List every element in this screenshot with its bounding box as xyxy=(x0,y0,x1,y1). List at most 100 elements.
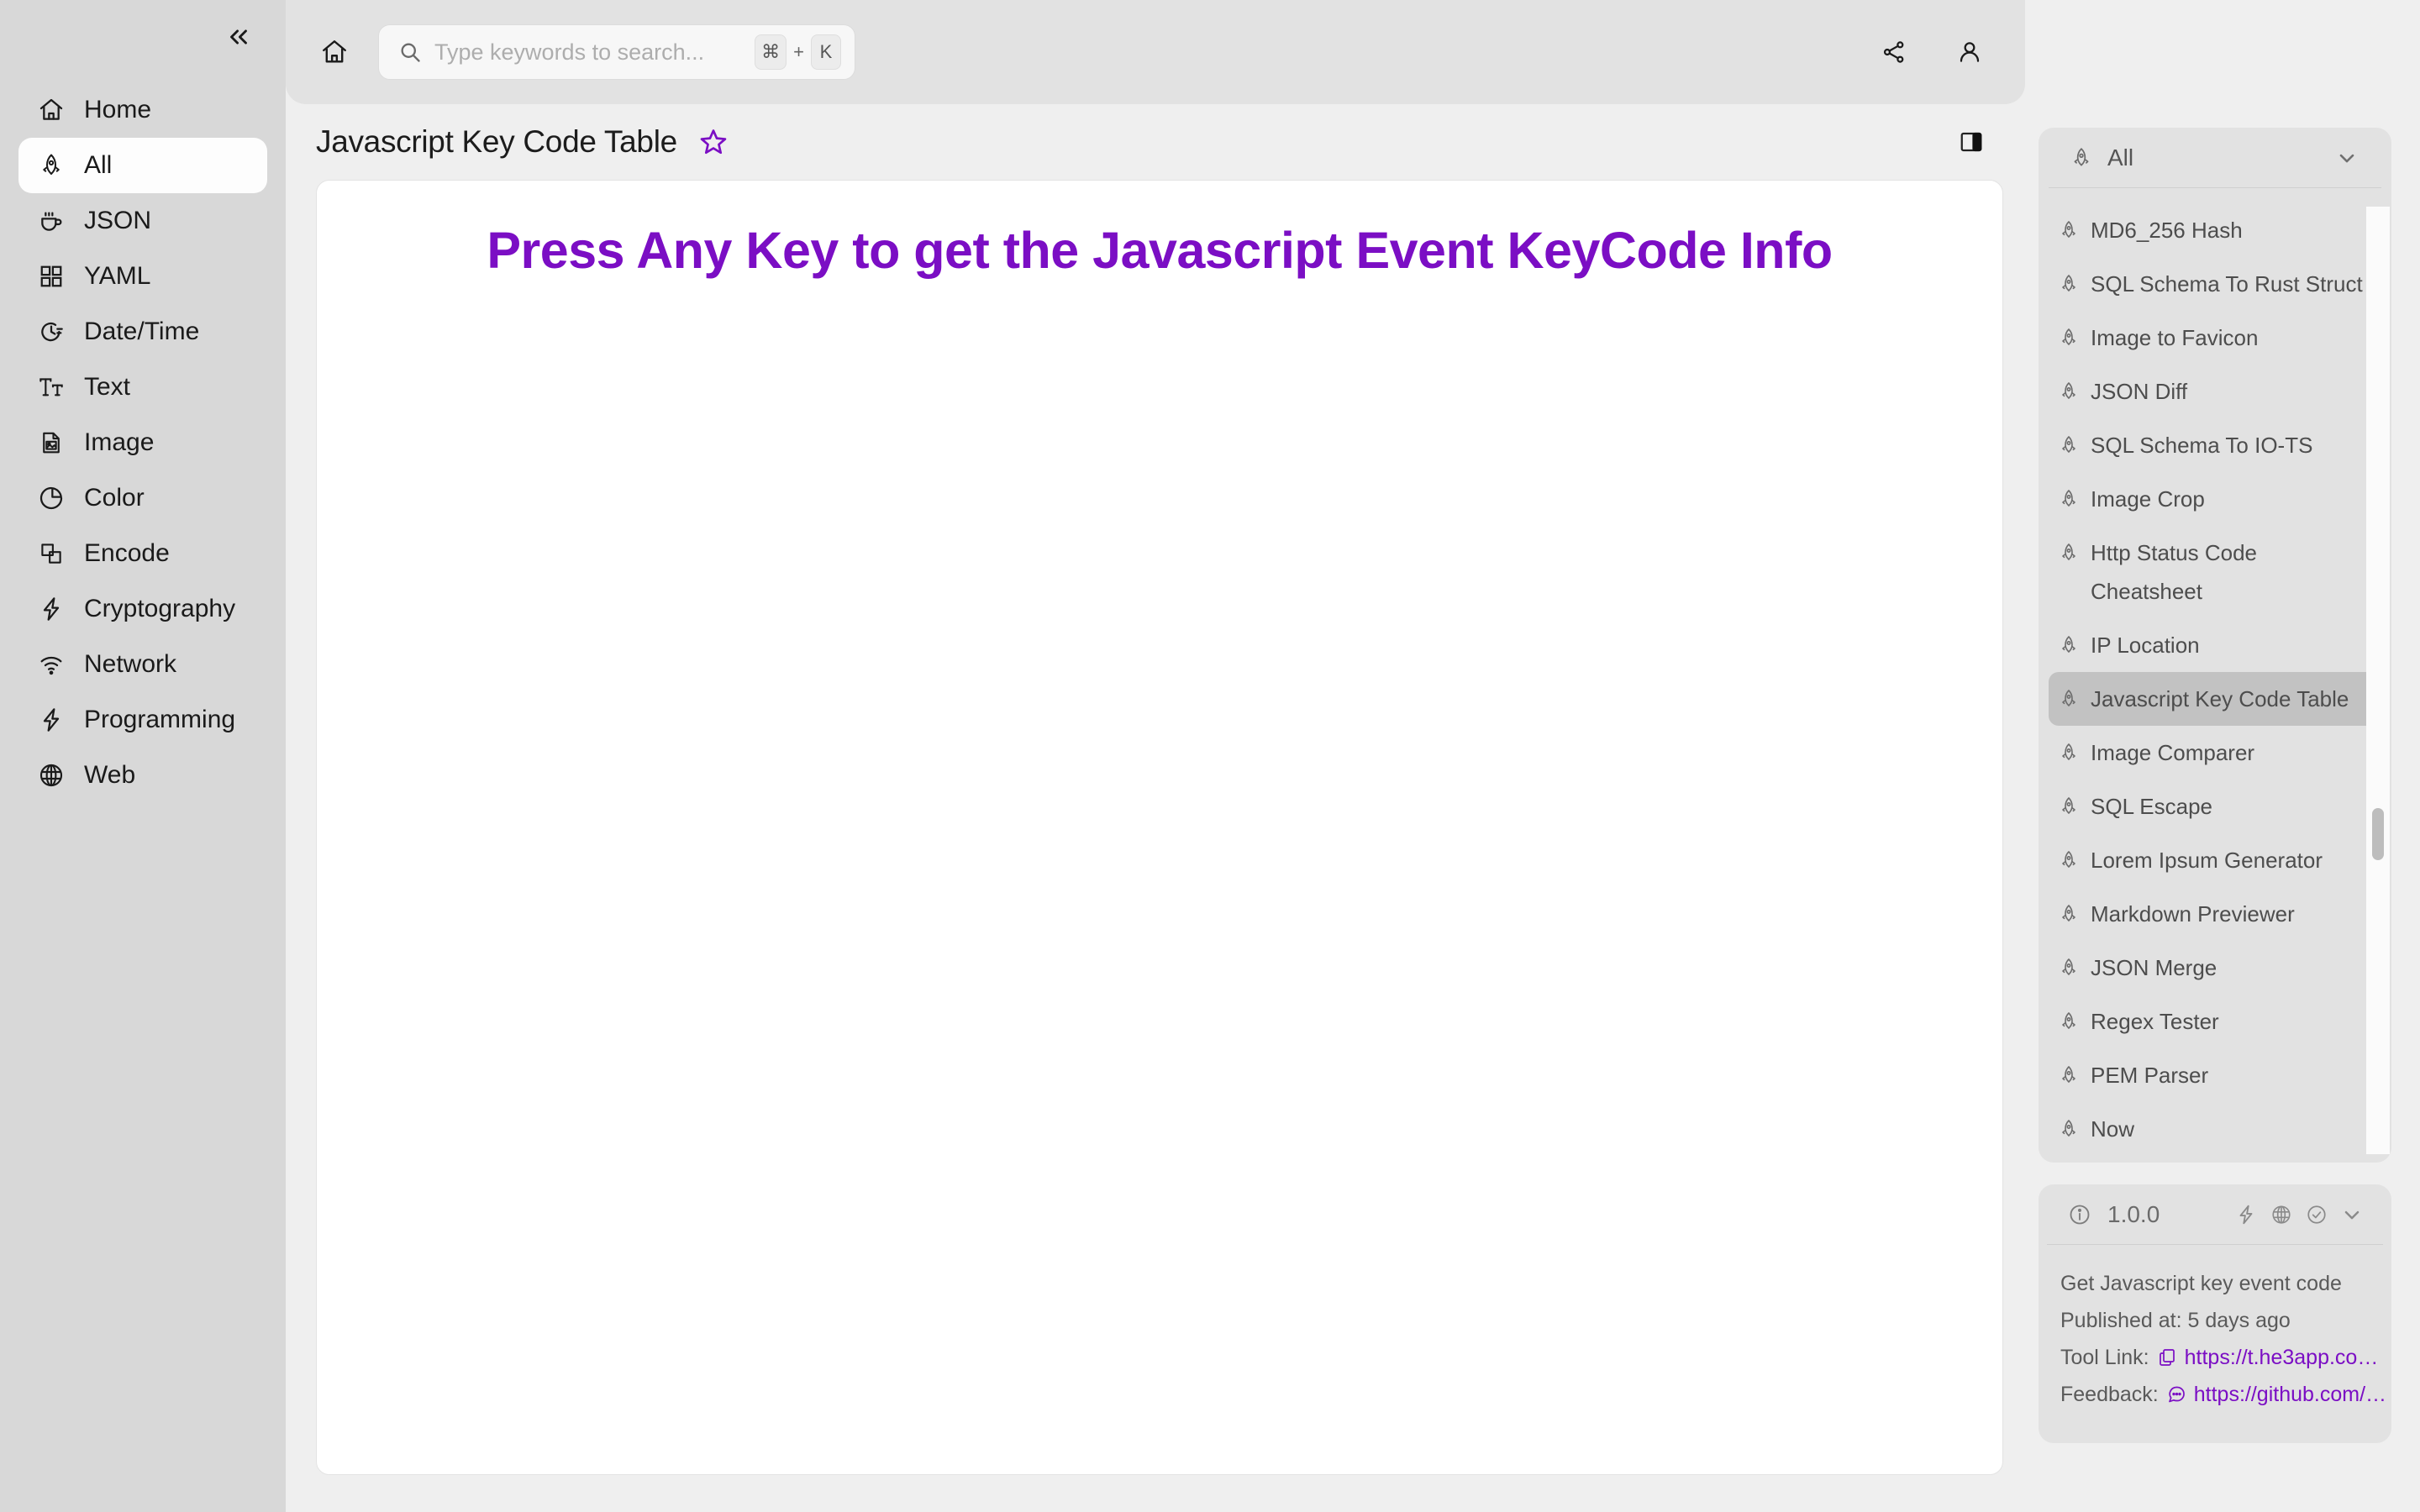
tool-list-scrollbar[interactable] xyxy=(2366,207,2390,1154)
tool-published: Published at: 5 days ago xyxy=(2060,1302,2370,1339)
user-account-icon[interactable] xyxy=(1951,34,1988,71)
tool-list-item-label: Now xyxy=(2091,1116,2135,1142)
rocket-icon xyxy=(2059,274,2081,294)
press-key-heading: Press Any Key to get the Javascript Even… xyxy=(487,222,1833,279)
tool-list-item[interactable]: Now xyxy=(2049,1102,2385,1156)
tool-list-item[interactable]: Regex Tester xyxy=(2049,995,2385,1048)
tool-list-item[interactable]: Http Status Code Cheatsheet xyxy=(2049,526,2385,618)
sidebar: Home All JSON YAML Date/Time Text Image … xyxy=(0,0,286,1512)
globe-icon[interactable] xyxy=(2269,1202,2294,1227)
search-input[interactable] xyxy=(434,39,744,66)
top-toolbar: ⌘ + K xyxy=(286,0,2025,104)
sidebar-item-label: Home xyxy=(84,96,152,123)
star-outline-icon[interactable] xyxy=(696,124,731,160)
chevrons-left-icon[interactable] xyxy=(220,18,257,55)
rocket-icon xyxy=(37,151,66,180)
sidebar-item-color[interactable]: Color xyxy=(18,470,267,526)
sidebar-item-label: Programming xyxy=(84,706,236,733)
rocket-icon xyxy=(2059,743,2081,763)
chevron-down-icon[interactable] xyxy=(2339,1202,2365,1227)
sidebar-item-json[interactable]: JSON xyxy=(18,193,267,249)
pie-chart-icon xyxy=(37,484,66,512)
sidebar-item-label: YAML xyxy=(84,262,151,290)
tool-list-item-label: Image Comparer xyxy=(2091,740,2255,765)
tool-list-card: All MD6_256 Hash SQL Schema To Rust Struc… xyxy=(2039,128,2391,1163)
tool-list-item[interactable]: Image Comparer xyxy=(2049,726,2385,780)
sidebar-collapse-row xyxy=(0,12,286,62)
sidebar-item-network[interactable]: Network xyxy=(18,637,267,692)
tool-list-item-label: Javascript Key Code Table xyxy=(2091,686,2349,711)
wifi-icon xyxy=(37,650,66,679)
search-box[interactable]: ⌘ + K xyxy=(378,24,855,80)
sidebar-item-label: Web xyxy=(84,761,136,789)
tool-list-item[interactable]: MD6_256 Hash xyxy=(2049,203,2385,257)
tool-description-text: Get Javascript key event code xyxy=(2060,1272,2342,1295)
tool-link[interactable]: https://t.he3app.co… xyxy=(2157,1339,2378,1376)
lightning-icon xyxy=(37,706,66,734)
rocket-icon xyxy=(2059,1065,2081,1085)
sidebar-item-label: JSON xyxy=(84,207,152,234)
rocket-icon xyxy=(2069,145,2094,171)
search-icon xyxy=(397,39,423,65)
kbd-k: K xyxy=(811,34,841,70)
tool-list[interactable]: MD6_256 Hash SQL Schema To Rust Struct Ima… xyxy=(2039,188,2391,1163)
sidebar-item-label: Color xyxy=(84,484,145,512)
tool-list-item[interactable]: Javascript Key Code Table xyxy=(2049,672,2385,726)
sidebar-item-yaml[interactable]: YAML xyxy=(18,249,267,304)
page-title: Javascript Key Code Table xyxy=(316,124,677,159)
comment-icon xyxy=(2166,1384,2186,1404)
sidebar-item-label: Network xyxy=(84,650,177,678)
tool-list-item[interactable]: JSON Merge xyxy=(2049,941,2385,995)
lightning-icon xyxy=(37,595,66,623)
tool-list-item-label: MD6_256 Hash xyxy=(2091,218,2243,243)
rocket-icon xyxy=(2059,1119,2081,1139)
search-shortcut: ⌘ + K xyxy=(755,34,841,70)
sidebar-item-all[interactable]: All xyxy=(18,138,267,193)
share-icon[interactable] xyxy=(1876,34,1912,71)
tool-list-item-label: PEM Parser xyxy=(2091,1063,2209,1088)
rocket-icon xyxy=(2059,796,2081,816)
text-format-icon xyxy=(37,373,66,402)
feedback-link[interactable]: https://github.com/… xyxy=(2166,1376,2386,1413)
panel-right-icon[interactable] xyxy=(1954,125,1988,159)
check-circle-icon[interactable] xyxy=(2304,1202,2329,1227)
tool-list-item[interactable]: IP Location xyxy=(2049,618,2385,672)
sidebar-nav: Home All JSON YAML Date/Time Text Image … xyxy=(0,82,286,803)
sidebar-item-label: All xyxy=(84,151,113,179)
sidebar-item-encode[interactable]: Encode xyxy=(18,526,267,581)
tool-list-item[interactable]: JSON Diff xyxy=(2049,365,2385,418)
tool-list-item[interactable]: SQL Escape xyxy=(2049,780,2385,833)
scrollbar-thumb[interactable] xyxy=(2372,808,2384,860)
rocket-icon xyxy=(2059,635,2081,655)
tool-list-item[interactable]: SQL Schema To IO-TS xyxy=(2049,418,2385,472)
rocket-icon xyxy=(2059,904,2081,924)
sidebar-item-text[interactable]: Text xyxy=(18,360,267,415)
home-icon[interactable] xyxy=(311,29,358,76)
sidebar-item-home[interactable]: Home xyxy=(18,82,267,138)
rocket-icon xyxy=(2059,328,2081,348)
tool-list-item[interactable]: PEM Parser xyxy=(2049,1048,2385,1102)
sidebar-item-programming[interactable]: Programming xyxy=(18,692,267,748)
tool-published-text: Published at: 5 days ago xyxy=(2060,1309,2291,1332)
tool-list-item[interactable]: Image Crop xyxy=(2049,472,2385,526)
tool-list-item[interactable]: Markdown Previewer xyxy=(2049,887,2385,941)
tool-list-item[interactable]: SQL Schema To Rust Struct xyxy=(2049,257,2385,311)
tool-list-item[interactable]: Octal/Hex To Unicode xyxy=(2049,1156,2385,1163)
feedback-row: Feedback: https://github.com/… xyxy=(2060,1376,2386,1413)
tool-info-body: Get Javascript key event code Published … xyxy=(2039,1245,2391,1413)
sidebar-item-cryptography[interactable]: Cryptography xyxy=(18,581,267,637)
tool-list-item-label: IP Location xyxy=(2091,633,2200,658)
category-dropdown[interactable]: All xyxy=(2049,128,2381,188)
sidebar-item-date-time[interactable]: Date/Time xyxy=(18,304,267,360)
main-column: ⌘ + K Javascr xyxy=(286,0,2025,1512)
tool-list-item[interactable]: Image to Favicon xyxy=(2049,311,2385,365)
sidebar-item-image[interactable]: Image xyxy=(18,415,267,470)
clock-icon xyxy=(37,318,66,346)
lightning-icon[interactable] xyxy=(2233,1202,2259,1227)
rocket-icon xyxy=(2059,1011,2081,1032)
tool-info-actions xyxy=(2233,1202,2365,1227)
globe-icon xyxy=(37,761,66,790)
tool-list-item[interactable]: Lorem Ipsum Generator xyxy=(2049,833,2385,887)
chevron-down-icon xyxy=(2334,145,2360,171)
sidebar-item-web[interactable]: Web xyxy=(18,748,267,803)
